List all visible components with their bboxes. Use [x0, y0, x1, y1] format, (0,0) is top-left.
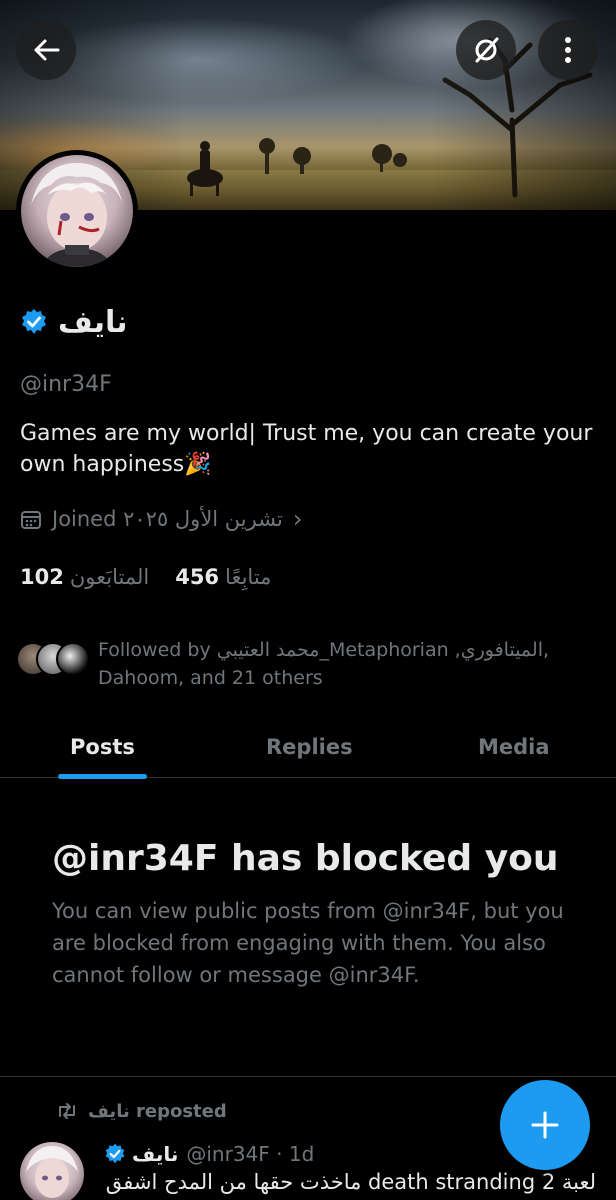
post-text[interactable]: لعبة death stranding 2 ماخذت حقها من الم… [106, 1170, 596, 1194]
tab-media[interactable]: Media [478, 716, 550, 778]
post-author-avatar[interactable] [20, 1142, 84, 1200]
repost-label: نايف reposted [88, 1100, 227, 1122]
blocked-notice: @inr34F has blocked you You can view pub… [52, 838, 572, 991]
following-label[interactable]: متابِعًا [225, 565, 271, 589]
grok-icon [475, 37, 499, 63]
repost-icon [59, 1103, 75, 1119]
blocked-body: You can view public posts from @inr34F, … [52, 899, 564, 987]
post-avatar-illustration [26, 1146, 78, 1198]
grok-button[interactable] [456, 20, 516, 80]
followed-by-row[interactable]: Followed by محمد العتيبي_Metaphorian ,ال… [16, 636, 606, 692]
followed-by-text: Followed by محمد العتيبي_Metaphorian ,ال… [98, 639, 550, 689]
avatar-illustration [31, 163, 123, 267]
followers-label[interactable]: المتابَعون [70, 565, 149, 589]
active-tab-indicator [58, 774, 147, 779]
display-name-row: نايف [20, 300, 128, 344]
blocked-title: @inr34F has blocked you [52, 838, 559, 879]
more-vertical-icon [565, 37, 571, 63]
compose-button[interactable] [500, 1080, 590, 1170]
profile-bio: Games are my world| Trust me, you can cr… [20, 421, 593, 477]
verified-badge-icon [105, 1143, 125, 1164]
chevron-right-icon: › [292, 505, 303, 533]
post-header: نايف @inr34F · 1d [104, 1140, 314, 1168]
profile-handle: @inr34F [20, 372, 112, 397]
calendar-icon [21, 511, 41, 529]
back-button[interactable] [16, 20, 76, 80]
joined-date-row[interactable]: Joined تشرين الأول ٢٠٢٥ › [20, 504, 302, 534]
profile-tabs: Posts Replies Media [0, 716, 616, 779]
follow-stats: 102 المتابَعون 456 متابِعًا [20, 562, 271, 592]
followed-by-avatars [16, 636, 92, 676]
mini-avatar [56, 642, 90, 676]
profile-page: نايف @inr34F Games are my world| Trust m… [0, 0, 616, 1200]
verified-badge-icon [22, 309, 46, 334]
tab-replies[interactable]: Replies [266, 716, 353, 778]
display-name: نايف [58, 304, 128, 340]
repost-indicator: نايف reposted [56, 1098, 227, 1124]
followers-count[interactable]: 102 [20, 565, 64, 589]
more-button[interactable] [538, 20, 598, 80]
profile-avatar[interactable] [16, 150, 138, 272]
section-divider [0, 1076, 616, 1077]
plus-icon [531, 1111, 559, 1139]
joined-date-text: Joined تشرين الأول ٢٠٢٥ [52, 507, 283, 531]
post-author-name[interactable]: نايف [132, 1142, 178, 1166]
tab-posts[interactable]: Posts [70, 716, 135, 778]
following-count[interactable]: 456 [175, 565, 219, 589]
post-author-handle: @inr34F · 1d [186, 1142, 315, 1166]
arrow-left-icon [34, 39, 60, 61]
